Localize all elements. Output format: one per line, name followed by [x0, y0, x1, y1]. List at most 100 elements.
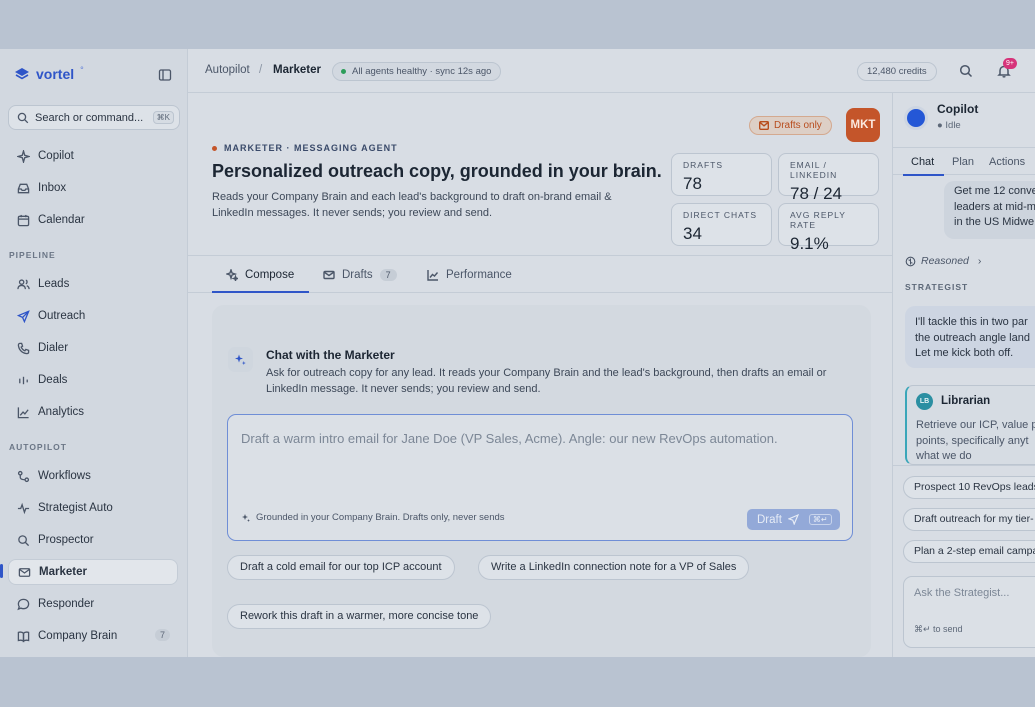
drafts-only-badge: Drafts only — [749, 116, 832, 135]
nav-label: Inbox — [38, 182, 67, 194]
section-label-autopilot: AUTOPILOT — [9, 442, 67, 452]
sparkle-icon — [17, 149, 30, 163]
stat-card-direct-chats: DIRECT CHATS 34 — [671, 203, 772, 246]
agent-kicker: MARKETER · MESSAGING AGENT — [212, 143, 398, 153]
nav-label: Analytics — [38, 406, 85, 418]
nav-workflows[interactable]: Workflows — [8, 463, 178, 489]
breadcrumb-marketer: Marketer — [273, 64, 321, 76]
stat-label: EMAIL / LINKEDIN — [790, 160, 838, 180]
send-icon — [17, 309, 30, 323]
section-label-pipeline: PIPELINE — [9, 250, 56, 260]
ask-strategist-input[interactable]: Ask the Strategist... ⌘↵ to send — [903, 576, 1035, 648]
stat-card-email-linkedin: EMAIL / LINKEDIN 78 / 24 — [778, 153, 879, 203]
stat-label: DIRECT CHATS — [683, 210, 758, 220]
search-shortcut: ⌘K — [152, 111, 174, 124]
grounded-note: Grounded in your Company Brain. Drafts o… — [241, 512, 505, 523]
copilot-status-text: Idle — [945, 120, 961, 131]
nav-prospector[interactable]: Prospector — [8, 527, 178, 553]
tab-label: Performance — [446, 268, 512, 281]
nav-label: Outreach — [38, 310, 86, 322]
draft-shortcut: ⌘↵ — [808, 514, 832, 525]
divider — [893, 465, 1035, 466]
librarian-name: Librarian — [941, 395, 991, 407]
draft-prompt-input[interactable]: Draft a warm intro email for Jane Doe (V… — [227, 414, 853, 541]
suggestion-chip[interactable]: Write a LinkedIn connection note for a V… — [478, 555, 750, 580]
pulse-icon — [17, 502, 30, 514]
breadcrumb-separator: / — [259, 64, 263, 76]
copilot-suggestion-chip[interactable]: Prospect 10 RevOps leads — [903, 476, 1035, 499]
search-button[interactable] — [959, 64, 973, 78]
nav-calendar[interactable]: Calendar — [8, 207, 178, 233]
mail-icon — [18, 567, 31, 577]
copilot-suggestion-chip[interactable]: Plan a 2-step email campa — [903, 540, 1035, 563]
search-input[interactable]: Search or command... ⌘K — [8, 105, 180, 130]
nav-copilot[interactable]: Copilot — [8, 143, 178, 169]
stat-value: 78 — [683, 174, 702, 193]
nav-deals[interactable]: Deals — [8, 367, 178, 393]
reasoned-toggle[interactable]: Reasoned › — [905, 255, 981, 267]
calendar-icon — [17, 214, 30, 226]
brand-name: vortel — [36, 66, 75, 82]
active-indicator — [0, 564, 3, 578]
tab-label: Compose — [245, 268, 295, 281]
librarian-card[interactable]: LB Librarian Retrieve our ICP, value p p… — [905, 385, 1035, 465]
brain-icon — [905, 256, 916, 266]
page-subtitle: Reads your Company Brain and each lead's… — [212, 191, 612, 219]
copilot-panel: Copilot ● Idle Chat Plan Actions Get me … — [892, 93, 1035, 657]
credits-badge[interactable]: 12,480 credits — [857, 62, 937, 81]
suggestion-chip[interactable]: Draft a cold email for our top ICP accou… — [227, 555, 455, 580]
copilot-suggestion-chip[interactable]: Draft outreach for my tier- — [903, 508, 1035, 531]
stat-card-drafts: DRAFTS 78 — [671, 153, 772, 196]
mail-icon — [323, 270, 335, 279]
nav-dialer[interactable]: Dialer — [8, 335, 178, 361]
user-message: Get me 12 conve leaders at mid-m in the … — [944, 181, 1035, 239]
nav-leads[interactable]: Leads — [8, 271, 178, 297]
send-shortcut-hint: ⌘↵ to send — [914, 624, 963, 634]
copilot-status: ● Idle — [937, 120, 961, 131]
draft-button-label: Draft — [757, 513, 782, 526]
stat-value: 9.1% — [790, 234, 829, 253]
nav-label: Strategist Auto — [38, 502, 113, 514]
nav-marketer[interactable]: Marketer — [8, 559, 178, 585]
copilot-name: Copilot — [937, 102, 979, 116]
sidebar-toggle-icon[interactable] — [158, 68, 172, 82]
nav-analytics[interactable]: Analytics — [8, 399, 178, 425]
draft-button[interactable]: Draft ⌘↵ — [747, 509, 840, 530]
suggestion-chip[interactable]: Rework this draft in a warmer, more conc… — [227, 604, 492, 629]
tab-drafts[interactable]: Drafts 7 — [323, 256, 397, 293]
breadcrumb-autopilot[interactable]: Autopilot — [205, 64, 250, 76]
chevron-right-icon: › — [977, 255, 982, 267]
nav-responder[interactable]: Responder — [8, 591, 178, 617]
ask-placeholder: Ask the Strategist... — [914, 587, 1010, 599]
send-icon — [787, 514, 799, 525]
tab-chat[interactable]: Chat — [911, 156, 934, 168]
chat-bubble-icon — [17, 598, 30, 610]
agent-dot-icon — [212, 145, 217, 151]
search-icon — [17, 112, 29, 123]
nav-label: Workflows — [38, 470, 91, 482]
deals-icon — [19, 376, 28, 384]
tab-plan[interactable]: Plan — [952, 156, 974, 168]
strategist-label: STRATEGIST — [905, 282, 969, 292]
nav-company-brain[interactable]: Company Brain 7 — [8, 623, 178, 649]
nav-strategist-auto[interactable]: Strategist Auto — [8, 495, 178, 521]
nav-inbox[interactable]: Inbox — [8, 175, 178, 201]
sparkle-icon — [226, 268, 238, 281]
tab-compose[interactable]: Compose — [226, 256, 294, 293]
chat-title: Chat with the Marketer — [266, 348, 395, 362]
copilot-avatar — [907, 109, 925, 127]
nav-outreach[interactable]: Outreach — [8, 303, 178, 329]
nav-label: Responder — [38, 598, 95, 610]
app-window: vortel ° Search or command... ⌘K Copilot… — [0, 49, 1035, 657]
search-placeholder: Search or command... — [35, 111, 144, 124]
brand-logo[interactable]: vortel ° — [14, 65, 84, 82]
message-line: I'll tackle this in two par — [915, 316, 1028, 328]
tab-actions[interactable]: Actions — [989, 156, 1025, 168]
phone-icon — [17, 342, 30, 354]
tab-performance[interactable]: Performance — [427, 256, 512, 293]
copilot-tab-bar: Chat Plan Actions — [893, 147, 1035, 176]
chat-description: Ask for outreach copy for any lead. It r… — [266, 367, 827, 395]
workflow-icon — [17, 470, 30, 482]
stat-card-reply-rate: AVG REPLY RATE 9.1% — [778, 203, 879, 253]
reasoned-label: Reasoned — [921, 255, 969, 267]
